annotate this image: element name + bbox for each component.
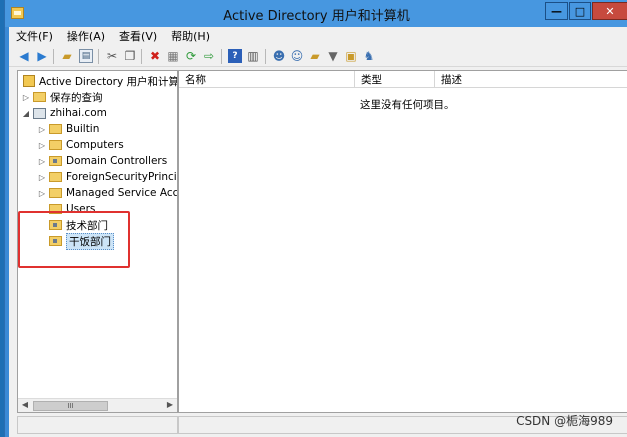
column-header-type[interactable]: 类型	[355, 71, 435, 88]
tree-root-label: Active Directory 用户和计算机	[39, 75, 178, 88]
delete-icon[interactable]: ✖	[148, 49, 162, 63]
status-field	[17, 416, 178, 434]
add-group-icon[interactable]: ☺	[290, 49, 304, 63]
scroll-left-icon[interactable]: ◀	[19, 400, 31, 412]
column-header-name[interactable]: 名称	[179, 71, 355, 88]
toolbar-separator	[221, 49, 222, 64]
expand-icon[interactable]: ▷	[37, 141, 47, 150]
tree-root[interactable]: Active Directory 用户和计算机	[21, 73, 178, 89]
aduc-icon	[23, 75, 35, 87]
tree-item-label: Managed Service Acco	[66, 187, 178, 199]
folder-icon	[33, 92, 46, 102]
tree-item-managed-service-accounts[interactable]: ▷ Managed Service Acco	[37, 185, 178, 201]
tree-item-saved-queries[interactable]: ▷ 保存的查询	[21, 89, 103, 105]
window-title: Active Directory 用户和计算机	[223, 9, 410, 24]
toolbar-separator	[265, 49, 266, 64]
column-header-description[interactable]: 描述	[435, 71, 627, 88]
tree-item-domain-controllers[interactable]: ▷ Domain Controllers	[37, 153, 167, 169]
add-user-icon[interactable]: ☻	[272, 49, 286, 63]
scroll-thumb[interactable]: III	[33, 401, 108, 411]
folder-icon	[49, 140, 62, 150]
watermark: CSDN @栀海989	[516, 414, 613, 428]
query-icon[interactable]: ♞	[362, 49, 376, 63]
tree-item-label: ForeignSecurityPrincipa	[66, 171, 178, 183]
show-tree-icon[interactable]: ▤	[79, 49, 93, 63]
tree-item-label: Domain Controllers	[66, 155, 168, 167]
domain-icon	[33, 107, 46, 119]
tree-item-label: Computers	[66, 139, 124, 151]
title-bar[interactable]: Active Directory 用户和计算机 — □ ✕	[5, 0, 627, 27]
up-folder-icon[interactable]: ▰	[60, 49, 74, 63]
properties-icon[interactable]: ▦	[166, 49, 180, 63]
toolbar-separator	[98, 49, 99, 64]
menu-file[interactable]: 文件(F)	[9, 28, 60, 44]
tree-item-foreign-security-principals[interactable]: ▷ ForeignSecurityPrincipa	[37, 169, 178, 185]
scroll-right-icon[interactable]: ▶	[164, 400, 176, 412]
back-arrow-icon[interactable]: ◀	[17, 49, 31, 63]
toolbar: ◀ ▶ ▰ ▤ ✂ ❐ ✖ ▦ ⟳ ⇨ ? ▥ ☻ ☺ ▰ ▼ ▣ ♞	[9, 45, 627, 67]
tree-item-label: zhihai.com	[50, 107, 107, 119]
expand-icon[interactable]: ▷	[37, 157, 47, 166]
menu-view[interactable]: 查看(V)	[112, 28, 164, 44]
add-ou-icon[interactable]: ▰	[308, 49, 322, 63]
expand-icon[interactable]: ▷	[37, 173, 47, 182]
maximize-button[interactable]: □	[569, 2, 591, 20]
folder-icon	[49, 172, 62, 182]
folder-icon	[49, 124, 62, 134]
refresh-icon[interactable]: ⟳	[184, 49, 198, 63]
empty-list-message: 这里没有任何项目。	[360, 99, 455, 111]
cut-icon[interactable]: ✂	[105, 49, 119, 63]
tree-item-builtin[interactable]: ▷ Builtin	[37, 121, 99, 137]
toolbar-separator	[53, 49, 54, 64]
ou-icon	[49, 156, 62, 166]
tree-item-label: 保存的查询	[50, 91, 103, 104]
forward-arrow-icon[interactable]: ▶	[35, 49, 49, 63]
folder-icon	[49, 188, 62, 198]
tree-item-label: Builtin	[66, 123, 100, 135]
expand-icon[interactable]: ▷	[21, 93, 31, 102]
copy-icon[interactable]: ❐	[123, 49, 137, 63]
horizontal-scrollbar[interactable]: ◀ III ▶	[18, 398, 177, 412]
export-icon[interactable]: ⇨	[202, 49, 216, 63]
toolbar-separator	[141, 49, 142, 64]
expand-icon[interactable]: ▷	[37, 125, 47, 134]
details-pane: 名称 类型 描述 这里没有任何项目。	[178, 70, 627, 413]
tree-item-domain[interactable]: ◢ zhihai.com	[21, 105, 107, 121]
filter-icon[interactable]: ▼	[326, 49, 340, 63]
tree-item-computers[interactable]: ▷ Computers	[37, 137, 124, 153]
help-icon[interactable]: ?	[228, 49, 242, 63]
menu-help[interactable]: 帮助(H)	[164, 28, 217, 44]
close-button[interactable]: ✕	[592, 2, 627, 20]
collapse-icon[interactable]: ◢	[21, 109, 31, 118]
menu-bar: 文件(F) 操作(A) 查看(V) 帮助(H)	[9, 27, 627, 45]
annotation-highlight	[18, 211, 130, 268]
console-icon[interactable]: ▥	[246, 49, 260, 63]
menu-action[interactable]: 操作(A)	[60, 28, 112, 44]
minimize-button[interactable]: —	[545, 2, 568, 20]
expand-icon[interactable]: ▷	[37, 189, 47, 198]
find-icon[interactable]: ▣	[344, 49, 358, 63]
